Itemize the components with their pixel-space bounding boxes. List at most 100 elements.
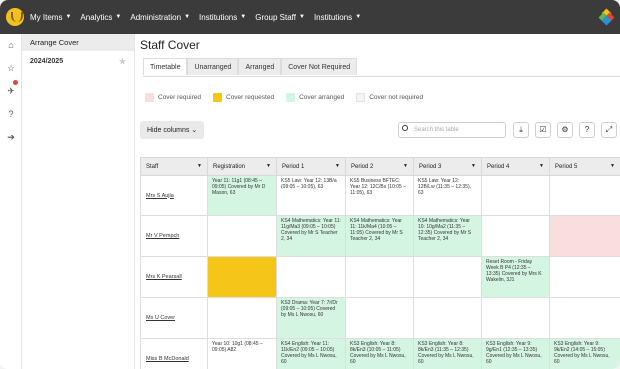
help-icon[interactable]: ? [579,122,595,138]
lesson-cell[interactable] [549,256,620,298]
lesson-cell[interactable]: Year 10: 10g1 (08:45 – 09:05) A82 [207,338,277,369]
main-nav: My Items ▼ Analytics ▼ Administration ▼ Ins… [30,13,370,22]
home-icon[interactable]: ⌂ [6,40,16,50]
chevron-down-icon: ▼ [65,14,72,20]
nav-institutions[interactable]: Institutions ▼ [199,13,246,22]
tab-divider [143,76,620,77]
tab-timetable[interactable]: Timetable [143,58,188,75]
star-icon[interactable]: ☆ [6,63,16,73]
staff-name-link[interactable]: Miss B McDonald [140,338,208,369]
lesson-cell[interactable] [276,256,346,298]
sidebar-heading[interactable]: Arrange Cover [22,34,134,51]
rocket-icon[interactable]: ✈ [6,86,16,96]
lesson-cell[interactable]: KS3 Drama: Year 7: 7r/Dr (09:05 – 10:05)… [276,297,346,339]
column-header-period-3[interactable]: Period 3 ▼ [413,157,482,176]
arrow-right-icon[interactable]: ➔ [6,132,16,142]
nav-group-staff[interactable]: Group Staff ▼ [255,13,305,22]
nav-administration[interactable]: Administration ▼ [130,13,190,22]
lesson-cell[interactable]: KS3 English: Year 9: 9g/En1 (12:35 – 13:… [481,338,550,369]
product-switcher-icon[interactable] [598,8,615,26]
secondary-sidebar: Arrange Cover 2024/2025 ★ [22,34,135,369]
table-row: Mrs K Pearsall Reset Room - Friday Week … [140,256,620,298]
column-header-period-5[interactable]: Period 5 ▼ [549,157,620,176]
chevron-down-icon[interactable]: ▼ [197,163,202,169]
lesson-cell[interactable]: KS4 English: Year 11: 11k/En2 (09:05 – 1… [276,338,346,369]
table-search-input[interactable]: Search this table [398,122,506,138]
lesson-cell[interactable]: KS4 Mathematics: Year 10: 10g/Ma2 (11:35… [413,215,482,257]
lesson-cell[interactable] [549,297,620,339]
checklist-icon[interactable]: ☑ [535,122,551,138]
lesson-cell[interactable] [549,215,620,257]
column-header-staff[interactable]: Staff ▼ [140,157,208,176]
chevron-down-icon[interactable]: ▼ [403,163,408,169]
cover-timetable-grid: Staff ▼ Registration ▼ Period 1 ▼ Period 2 ▼… [140,157,620,369]
cover-legend: Cover required Cover requested Cover arr… [145,93,435,102]
legend-cover-arranged: Cover arranged [286,93,344,102]
column-header-period-1[interactable]: Period 1 ▼ [276,157,346,176]
chevron-down-icon[interactable]: ▼ [539,163,544,169]
nav-institutions-2[interactable]: Institutions ▼ [314,13,361,22]
lesson-cell[interactable] [481,297,550,339]
chevron-down-icon[interactable]: ▼ [266,163,271,169]
icon-rail: ⌂ ☆ ✈ ? ➔ [0,34,22,369]
sidebar-item-year[interactable]: 2024/2025 ★ [22,51,134,66]
tab-cover-not-required[interactable]: Cover Not Required [281,58,358,75]
header-label: Period 1 [282,163,305,170]
lesson-cell[interactable]: KS3 English: Year 8: 8k/En3 (10:05 – 11:… [345,338,414,369]
legend-swatch [356,93,366,102]
lesson-cell[interactable] [481,175,550,216]
nav-my-items[interactable]: My Items ▼ [30,13,71,22]
column-header-registration[interactable]: Registration ▼ [207,157,277,176]
lesson-cell[interactable]: Reset Room - Friday Week B P4 (12:35 – 1… [481,256,550,298]
column-header-period-2[interactable]: Period 2 ▼ [345,157,414,176]
table-row: Ms U Cover KS3 Drama: Year 7: 7r/Dr (09:… [140,297,620,339]
tab-arranged[interactable]: Arranged [238,58,282,75]
lesson-cell[interactable] [481,215,550,257]
chevron-down-icon[interactable]: ▼ [610,163,615,169]
lesson-cell[interactable]: KS4 Mathematics: Year 11: 11k/Ma4 (10:05… [345,215,414,257]
header-label: Period 2 [351,163,374,170]
header-label: Period 4 [487,163,510,170]
lesson-cell[interactable]: KS5 Business BFTEC: Year 12: 12C/Bs (10:… [345,175,414,216]
lesson-cell[interactable] [549,175,620,216]
help-icon[interactable]: ? [6,109,16,119]
table-header-row: Staff ▼ Registration ▼ Period 1 ▼ Period 2 ▼… [140,157,620,176]
table-row: Mr V Pempch KS4 Mathematics: Year 11: 11… [140,215,620,257]
lesson-cell[interactable]: KS5 Law: Year 12: 12B/Lw (11:35 – 12:35)… [413,175,482,216]
legend-swatch [145,93,154,102]
download-icon[interactable]: ⤓ [513,122,529,138]
staff-name-link[interactable]: Mrs S Aujla [140,175,208,216]
lesson-cell[interactable] [207,297,277,339]
table-toolbar: Hide columns ⌄ Search this table ⤓ ☑ ⚙ ?… [140,121,618,139]
gear-icon[interactable]: ⚙ [557,122,573,138]
column-header-period-4[interactable]: Period 4 ▼ [481,157,550,176]
staff-name-link[interactable]: Ms U Cover [140,297,208,339]
nav-analytics[interactable]: Analytics ▼ [80,13,121,22]
hide-columns-button[interactable]: Hide columns ⌄ [140,121,205,139]
staff-name-link[interactable]: Mrs K Pearsall [140,256,208,298]
lesson-cell[interactable] [345,256,414,298]
lesson-cell[interactable]: KS3 English: Year 8: 8k/En3 (11:35 – 12:… [413,338,482,369]
chevron-down-icon: ▼ [355,14,362,20]
lesson-cell[interactable]: KS3 English: Year 9: 9k/En2 (14:05 – 15:… [549,338,620,369]
lesson-cell[interactable] [345,297,414,339]
chevron-down-icon[interactable]: ▼ [335,163,340,169]
star-icon[interactable]: ★ [119,57,126,66]
search-icon [402,125,408,131]
lesson-cell[interactable] [207,215,277,257]
legend-cover-not-required: Cover not required [356,93,423,102]
tab-unarranged[interactable]: Unarranged [187,58,239,75]
lesson-cell[interactable]: Year 11: 11g1 (08:45 – 09:05) Covered by… [207,175,277,216]
lesson-cell[interactable]: KS5 Law: Year 12: 13B/a (09:05 – 10:05),… [276,175,346,216]
tab-bar: Timetable Unarranged Arranged Cover Not … [143,58,358,75]
expand-icon[interactable]: ⤢ [601,122,617,138]
lesson-cell[interactable] [207,256,277,298]
lesson-cell[interactable]: KS4 Mathematics: Year 11: 11g/Ma3 (09:05… [276,215,346,257]
lesson-cell[interactable] [413,297,482,339]
staff-name-link[interactable]: Mr V Pempch [140,215,208,257]
chevron-down-icon[interactable]: ▼ [471,163,476,169]
lesson-cell[interactable] [413,256,482,298]
nav-label: Administration [130,12,182,22]
top-navigation-bar: My Items ▼ Analytics ▼ Administration ▼ Ins… [0,0,620,34]
app-logo[interactable] [6,8,24,26]
